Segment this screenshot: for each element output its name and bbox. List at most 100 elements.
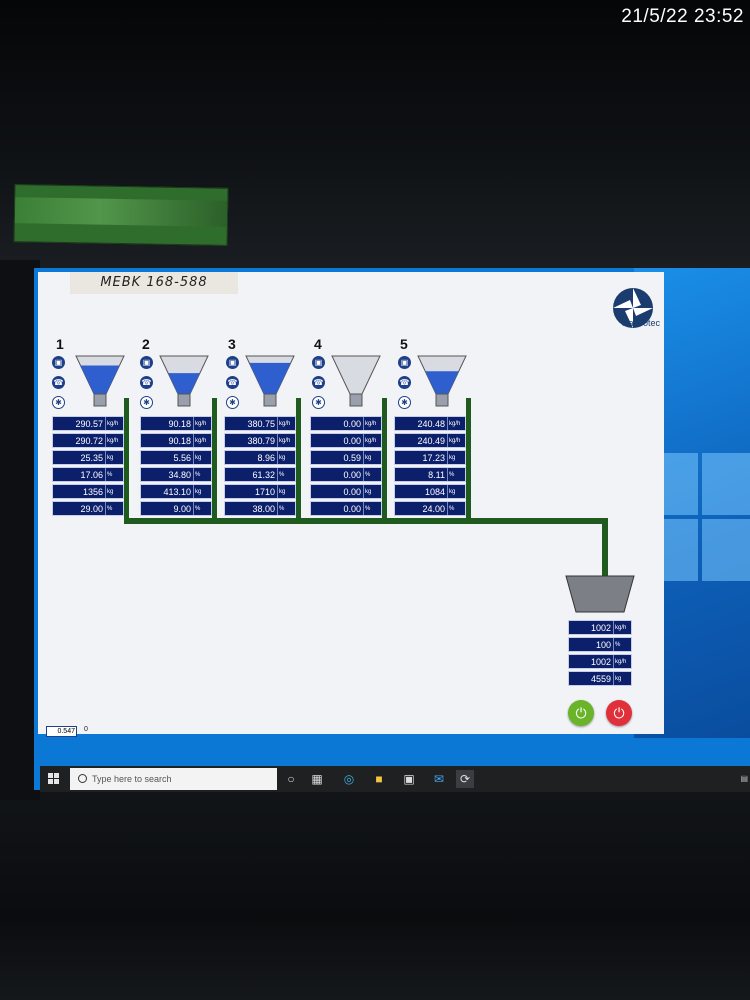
unit-text: kg/h [363, 417, 381, 430]
value-row: 380.75 kg/h [224, 416, 296, 431]
agitator-icon[interactable]: ✱ [226, 396, 239, 409]
value-row: 0.59 kg [310, 450, 382, 465]
unit-text: kg [277, 485, 295, 498]
agitator-icon[interactable]: ✱ [140, 396, 153, 409]
search-icon [78, 774, 87, 783]
hopper-icon [159, 355, 209, 407]
task-view-icon[interactable]: ▦ [308, 770, 326, 788]
value-row: 1710 kg [224, 484, 296, 499]
station-panel: 240.48 kg/h 240.49 kg/h 17.23 kg 8.11% 1084 kg 24… [394, 416, 466, 518]
mode-manual-icon[interactable]: ▣ [312, 356, 325, 369]
agitator-icon[interactable]: ✱ [312, 396, 325, 409]
station-number: 1 [56, 336, 64, 352]
value-text: 0.00 [343, 436, 361, 446]
feeder-pipe [124, 398, 129, 522]
unit-text: % [105, 502, 123, 515]
taskbar: Type here to search ○ ▦ ◎ ■ ▣ ✉ ⟳ ▤ [40, 766, 750, 792]
feeder-pipe [382, 398, 387, 522]
unit-text: kg [447, 485, 465, 498]
value-row: 1356 kg [52, 484, 124, 499]
value-text: 29.00 [80, 504, 103, 514]
value-text: 380.79 [247, 436, 275, 446]
value-text: 90.18 [168, 419, 191, 429]
value-row: 9.00% [140, 501, 212, 516]
unit-text: kg/h [363, 434, 381, 447]
collector-pipe-vertical [602, 518, 608, 576]
value-row: 380.79 kg/h [224, 433, 296, 448]
mode-manual-icon[interactable]: ▣ [140, 356, 153, 369]
value-text: 8.96 [257, 453, 275, 463]
value-text: 100 [595, 640, 611, 650]
agitator-icon[interactable]: ✱ [398, 396, 411, 409]
mode-manual-icon[interactable]: ▣ [52, 356, 65, 369]
agitator-icon[interactable]: ✱ [52, 396, 65, 409]
feeder-pipe [466, 398, 471, 522]
value-text: 1710 [254, 487, 275, 497]
collector-pipe-horizontal [124, 518, 608, 524]
refill-icon[interactable]: ☎ [52, 376, 65, 389]
value-row: 0.00 kg/h [310, 416, 382, 431]
unit-text: % [363, 468, 381, 481]
windows-start-icon[interactable] [48, 773, 60, 785]
value-row: 1002 kg/h [568, 654, 632, 669]
value-text: 1356 [82, 487, 103, 497]
value-text: 34.80 [168, 470, 191, 480]
unit-text: % [277, 468, 295, 481]
unit-text: kg [105, 451, 123, 464]
status-extra: 0 [84, 726, 88, 733]
mode-manual-icon[interactable]: ▣ [226, 356, 239, 369]
app-taskbar-icon[interactable]: ⟳ [456, 770, 474, 788]
value-text: 4559 [590, 674, 611, 684]
green-tape [13, 184, 229, 246]
logo-text: AarCotec [622, 318, 660, 328]
value-text: 61.32 [252, 470, 275, 480]
label-sticker: MEBK 168-588 [70, 272, 238, 294]
refill-icon[interactable]: ☎ [312, 376, 325, 389]
mode-manual-icon[interactable]: ▣ [398, 356, 411, 369]
value-text: 290.72 [75, 436, 103, 446]
value-text: 8.11 [428, 470, 445, 480]
value-text: 413.10 [163, 487, 191, 497]
unit-text: kg/h [277, 417, 295, 430]
value-text: 240.48 [417, 419, 445, 429]
refill-icon[interactable]: ☎ [226, 376, 239, 389]
unit-text: % [277, 502, 295, 515]
photo-timestamp: 21/5/22 23:52 [621, 6, 744, 27]
output-panel: 1002 kg/h 100% 1002 kg/h 4559 kg [568, 620, 632, 688]
unit-text: kg/h [193, 434, 211, 447]
file-explorer-icon[interactable]: ■ [370, 770, 388, 788]
value-row: 8.96 kg [224, 450, 296, 465]
store-icon[interactable]: ▣ [400, 770, 418, 788]
value-row: 29.00% [52, 501, 124, 516]
value-row: 34.80% [140, 467, 212, 482]
value-text: 9.00 [173, 504, 191, 514]
edge-icon[interactable]: ◎ [340, 770, 358, 788]
unit-text: kg/h [193, 417, 211, 430]
value-text: 1084 [424, 487, 445, 497]
hopper-icon [245, 355, 295, 407]
unit-text: % [363, 502, 381, 515]
unit-text: kg [363, 485, 381, 498]
station-number: 3 [228, 336, 236, 352]
refill-icon[interactable]: ☎ [398, 376, 411, 389]
station-panel: 380.75 kg/h 380.79 kg/h 8.96 kg 61.32% 1710 kg 38… [224, 416, 296, 518]
unit-text: kg/h [613, 621, 631, 634]
cortana-icon[interactable]: ○ [282, 770, 300, 788]
value-text: 0.00 [343, 419, 361, 429]
mail-icon[interactable]: ✉ [430, 770, 448, 788]
value-row: 0.00% [310, 501, 382, 516]
value-row: 0.00 kg/h [310, 433, 382, 448]
feeder-pipe [212, 398, 217, 522]
value-text: 0.00 [343, 487, 361, 497]
hopper-icon [417, 355, 467, 407]
refill-icon[interactable]: ☎ [140, 376, 153, 389]
taskbar-search-input[interactable]: Type here to search [70, 768, 277, 790]
unit-text: % [613, 638, 631, 651]
value-row: 4559 kg [568, 671, 632, 686]
windows-logo [654, 453, 750, 588]
unit-text: % [193, 468, 211, 481]
start-button[interactable]: ⏻ [568, 700, 594, 726]
value-text: 90.18 [168, 436, 191, 446]
value-row: 17.23 kg [394, 450, 466, 465]
stop-button[interactable]: ⏻ [606, 700, 632, 726]
